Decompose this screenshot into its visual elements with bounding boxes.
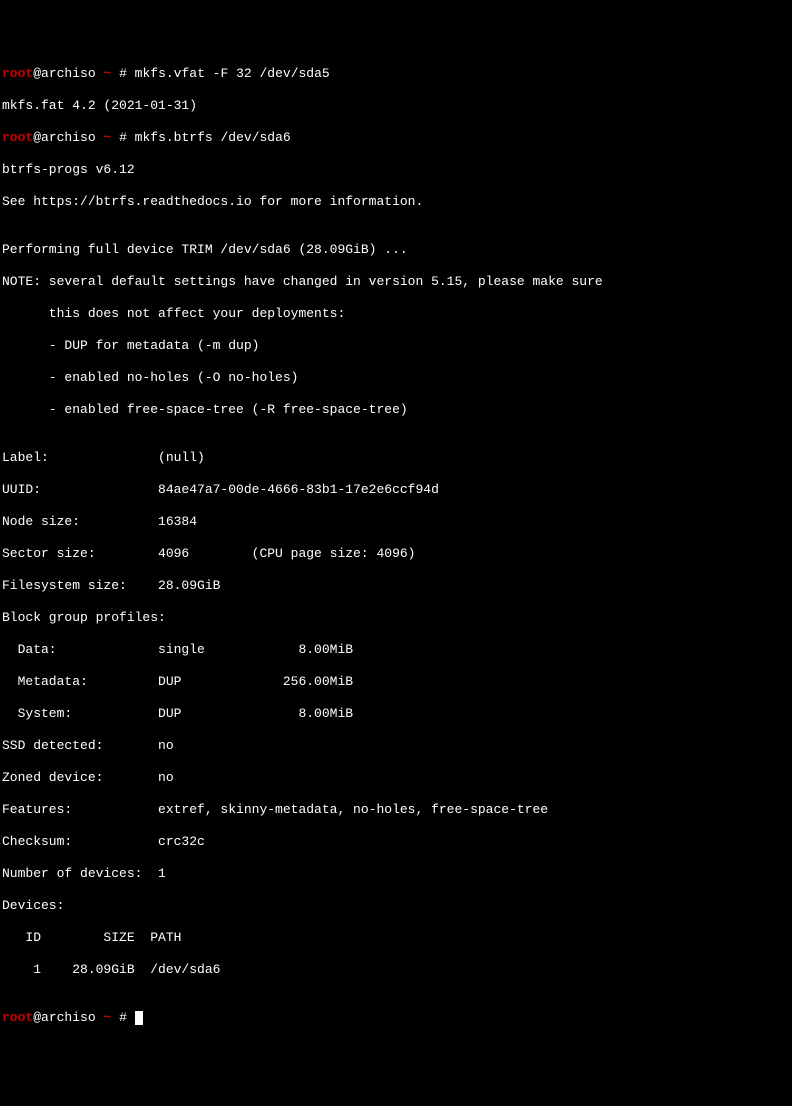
output-line: Sector size: 4096 (CPU page size: 4096) (2, 546, 790, 562)
prompt-symbol: # (111, 1010, 134, 1025)
output-line: Number of devices: 1 (2, 866, 790, 882)
prompt-host: archiso (41, 66, 103, 81)
output-line: Performing full device TRIM /dev/sda6 (2… (2, 242, 790, 258)
output-line: Zoned device: no (2, 770, 790, 786)
output-line: Node size: 16384 (2, 514, 790, 530)
output-line: this does not affect your deployments: (2, 306, 790, 322)
prompt-at: @ (33, 66, 41, 81)
prompt-host: archiso (41, 130, 103, 145)
prompt-cwd: ~ (103, 1010, 111, 1025)
output-line: Label: (null) (2, 450, 790, 466)
output-line: - enabled no-holes (-O no-holes) (2, 370, 790, 386)
output-line: 1 28.09GiB /dev/sda6 (2, 962, 790, 978)
prompt-line-3[interactable]: root@archiso ~ # (2, 1010, 790, 1026)
command-text: mkfs.vfat -F 32 /dev/sda5 (135, 66, 330, 81)
output-line: Block group profiles: (2, 610, 790, 626)
prompt-at: @ (33, 1010, 41, 1025)
output-line: btrfs-progs v6.12 (2, 162, 790, 178)
output-line: - DUP for metadata (-m dup) (2, 338, 790, 354)
prompt-line-2: root@archiso ~ # mkfs.btrfs /dev/sda6 (2, 130, 790, 146)
terminal-cursor[interactable] (135, 1011, 143, 1025)
output-line: SSD detected: no (2, 738, 790, 754)
output-line: System: DUP 8.00MiB (2, 706, 790, 722)
output-line: - enabled free-space-tree (-R free-space… (2, 402, 790, 418)
prompt-host: archiso (41, 1010, 103, 1025)
output-line: Checksum: crc32c (2, 834, 790, 850)
output-line: Features: extref, skinny-metadata, no-ho… (2, 802, 790, 818)
prompt-symbol: # (111, 130, 134, 145)
prompt-symbol: # (111, 66, 134, 81)
command-text: mkfs.btrfs /dev/sda6 (135, 130, 291, 145)
output-line: mkfs.fat 4.2 (2021-01-31) (2, 98, 790, 114)
output-line: Filesystem size: 28.09GiB (2, 578, 790, 594)
output-line: See https://btrfs.readthedocs.io for mor… (2, 194, 790, 210)
output-line: Data: single 8.00MiB (2, 642, 790, 658)
prompt-at: @ (33, 130, 41, 145)
output-line: Devices: (2, 898, 790, 914)
output-line: NOTE: several default settings have chan… (2, 274, 790, 290)
prompt-user: root (2, 66, 33, 81)
output-line: UUID: 84ae47a7-00de-4666-83b1-17e2e6ccf9… (2, 482, 790, 498)
output-line: Metadata: DUP 256.00MiB (2, 674, 790, 690)
output-line: ID SIZE PATH (2, 930, 790, 946)
prompt-user: root (2, 130, 33, 145)
prompt-line-1: root@archiso ~ # mkfs.vfat -F 32 /dev/sd… (2, 66, 790, 82)
prompt-user: root (2, 1010, 33, 1025)
